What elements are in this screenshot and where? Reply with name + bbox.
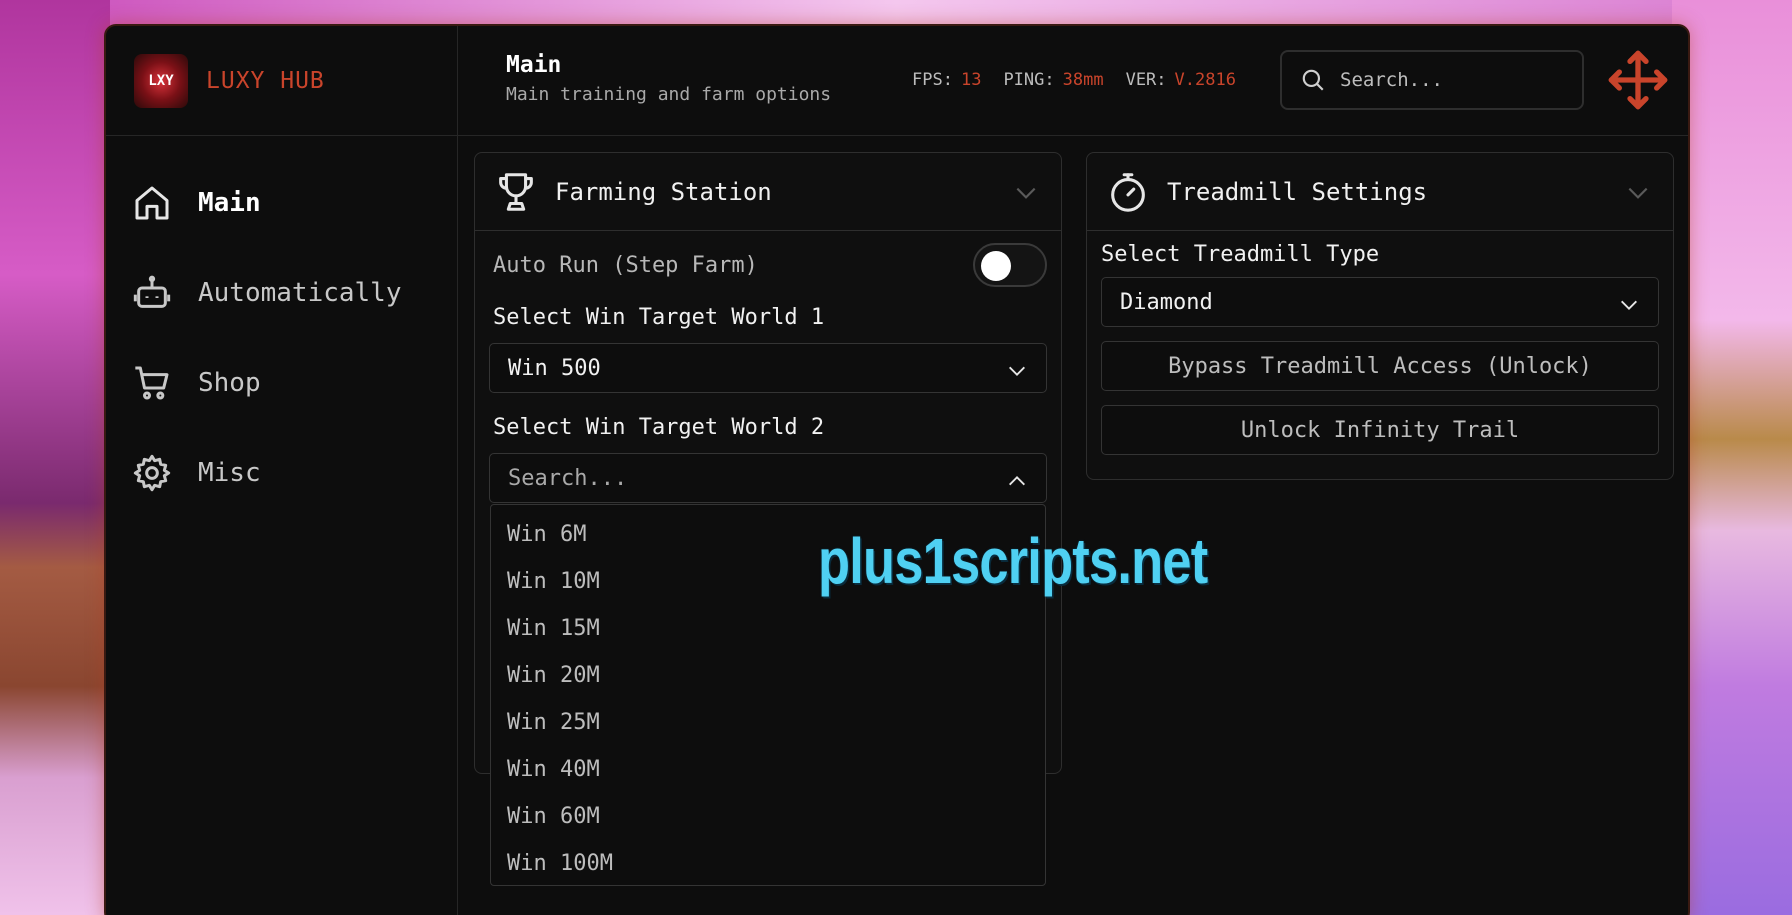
game-background-right (1672, 0, 1792, 915)
cart-icon (135, 366, 169, 400)
treadmill-type-select[interactable]: Diamond (1101, 277, 1659, 327)
home-icon (135, 186, 169, 220)
sidebar-item-label: Misc (198, 458, 261, 488)
treadmill-settings-title: Treadmill Settings (1167, 177, 1428, 206)
dropdown-option[interactable]: Win 15M (491, 605, 1045, 652)
gear-icon (133, 454, 171, 492)
sidebar: Main Automatically Shop Misc (106, 136, 458, 915)
sidebar-item-label: Main (198, 188, 261, 218)
game-background-left (0, 0, 110, 915)
dropdown-option[interactable]: Win 25M (491, 699, 1045, 746)
brand-logo: LXY (134, 54, 188, 108)
ping-label: PING: (1003, 70, 1055, 90)
world1-select[interactable]: Win 500 (489, 343, 1047, 393)
world2-placeholder: Search... (508, 465, 628, 491)
world2-search-input[interactable]: Search... (489, 453, 1047, 503)
search-icon (1302, 69, 1324, 91)
brand: LXY LUXY HUB (106, 26, 458, 136)
page-subtitle: Main training and farm options (506, 84, 832, 105)
treadmill-type-label: Select Treadmill Type (1101, 241, 1380, 267)
chevron-down-icon[interactable] (1013, 180, 1039, 206)
bypass-treadmill-button[interactable]: Bypass Treadmill Access (Unlock) (1101, 341, 1659, 391)
dropdown-option[interactable]: Win 40M (491, 746, 1045, 793)
farming-station-header[interactable]: Farming Station (475, 153, 1061, 231)
stats-bar: FPS: 13 PING: 38mm VER: V.2816 (912, 70, 1236, 90)
page-heading: Main Main training and farm options (506, 52, 831, 105)
dropdown-option[interactable]: Win 100M (491, 840, 1045, 887)
brand-name: LUXY HUB (206, 68, 325, 94)
world1-label: Select Win Target World 1 (493, 304, 825, 330)
unlock-infinity-trail-button[interactable]: Unlock Infinity Trail (1101, 405, 1659, 455)
header: LXY LUXY HUB Main Main training and farm… (106, 26, 1688, 136)
auto-run-label: Auto Run (Step Farm) (493, 252, 758, 278)
sidebar-item-label: Automatically (198, 278, 402, 308)
luxy-hub-window: LXY LUXY HUB Main Main training and farm… (104, 24, 1690, 915)
ping-value: 38mm (1062, 70, 1104, 90)
trophy-icon (499, 172, 533, 211)
farming-station-title: Farming Station (555, 177, 772, 206)
stopwatch-icon (1111, 172, 1145, 212)
search-input[interactable]: Search... (1280, 50, 1584, 110)
chevron-down-icon[interactable] (1625, 180, 1651, 206)
treadmill-settings-header[interactable]: Treadmill Settings (1087, 153, 1673, 231)
sidebar-item-label: Shop (198, 368, 261, 398)
fps-value: 13 (960, 70, 982, 90)
ping-stat: PING: 38mm (1003, 70, 1103, 90)
world1-value: Win 500 (508, 355, 601, 381)
watermark-text: plus1scripts.net (818, 525, 1208, 597)
chevron-down-icon (1621, 300, 1637, 310)
auto-run-toggle[interactable] (973, 243, 1047, 287)
version-stat: VER: V.2816 (1126, 70, 1236, 90)
treadmill-type-value: Diamond (1120, 289, 1213, 315)
fps-stat: FPS: 13 (912, 70, 981, 90)
world2-label: Select Win Target World 2 (493, 414, 825, 440)
page-title: Main (506, 52, 562, 78)
auto-run-row: Auto Run (Step Farm) (475, 231, 1061, 299)
version-label: VER: (1125, 70, 1167, 90)
sidebar-item-shop[interactable]: Shop (106, 338, 457, 428)
sidebar-item-misc[interactable]: Misc (106, 428, 457, 518)
version-value: V.2816 (1174, 70, 1236, 90)
sidebar-item-main[interactable]: Main (106, 158, 457, 248)
search-placeholder: Search... (1340, 69, 1443, 91)
sidebar-item-automatically[interactable]: Automatically (106, 248, 457, 338)
robot-icon (133, 275, 171, 308)
fps-label: FPS: (912, 70, 953, 90)
dropdown-option[interactable]: Win 60M (491, 793, 1045, 840)
move-icon[interactable] (1606, 48, 1670, 112)
chevron-down-icon (1009, 366, 1025, 376)
treadmill-settings-panel: Treadmill Settings Select Treadmill Type… (1086, 152, 1674, 480)
chevron-up-icon (1009, 476, 1025, 486)
toggle-knob (981, 251, 1011, 281)
dropdown-option[interactable]: Win 20M (491, 652, 1045, 699)
